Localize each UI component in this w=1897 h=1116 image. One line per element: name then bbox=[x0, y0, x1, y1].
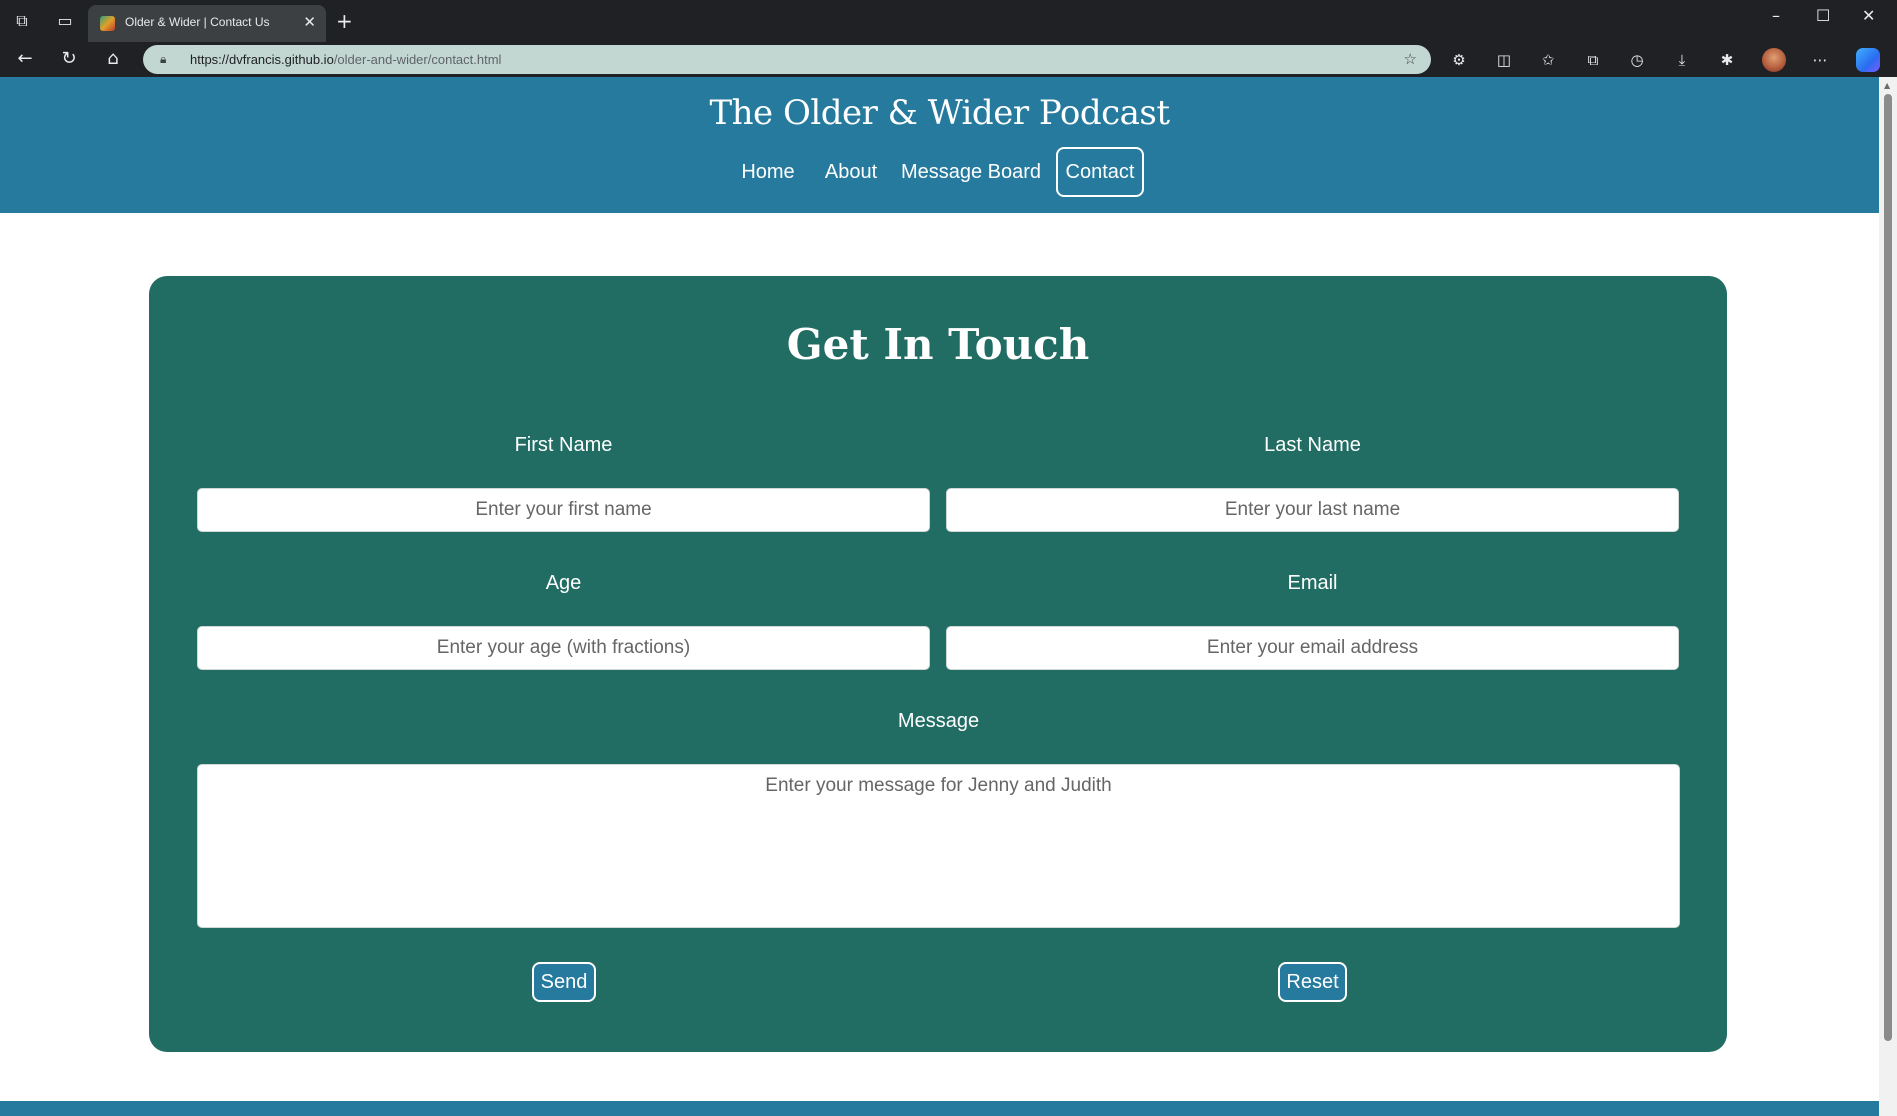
site-header: The Older & Wider Podcast Home About Mes… bbox=[0, 77, 1879, 213]
send-button[interactable]: Send bbox=[532, 962, 596, 1002]
tab-actions-icon[interactable]: ▭ bbox=[54, 10, 76, 32]
first-name-input[interactable] bbox=[197, 488, 930, 532]
browser-toolbar: ← ↻ ⌂ 🔒︎ https://dvfrancis.github.io/old… bbox=[0, 42, 1897, 77]
extensions-icon[interactable]: ⚙ bbox=[1448, 50, 1470, 70]
age-label: Age bbox=[545, 572, 582, 594]
minimize-icon[interactable]: – bbox=[1772, 6, 1780, 25]
close-window-icon[interactable]: ✕ bbox=[1862, 6, 1875, 25]
scrollbar-thumb[interactable] bbox=[1884, 94, 1892, 1041]
site-nav: Home About Message Board Contact bbox=[0, 147, 1879, 197]
tab-title: Older & Wider | Contact Us bbox=[125, 15, 270, 29]
close-icon[interactable]: ✕ bbox=[303, 13, 316, 31]
profile-avatar[interactable] bbox=[1762, 48, 1786, 72]
workspaces-icon[interactable]: ⧉ bbox=[11, 10, 33, 32]
nav-message-board-link[interactable]: Message Board bbox=[898, 147, 1044, 197]
message-textarea[interactable] bbox=[197, 764, 1680, 928]
email-input[interactable] bbox=[946, 626, 1679, 670]
page-content: The Older & Wider Podcast Home About Mes… bbox=[0, 77, 1879, 1116]
star-icon[interactable]: ☆ bbox=[1404, 50, 1417, 68]
page-scrollbar[interactable]: ▲ bbox=[1879, 77, 1897, 1116]
copilot-icon[interactable] bbox=[1856, 48, 1880, 72]
scroll-up-arrow-icon[interactable]: ▲ bbox=[1884, 81, 1890, 90]
site-favicon-icon bbox=[100, 16, 115, 31]
nav-about-link[interactable]: About bbox=[818, 147, 884, 197]
nav-home-link[interactable]: Home bbox=[732, 147, 804, 197]
more-options-icon[interactable]: ⋯ bbox=[1809, 50, 1831, 70]
contact-form-card: Get In Touch First Name Last Name Age Em… bbox=[149, 276, 1727, 1052]
refresh-icon[interactable]: ↻ bbox=[57, 47, 81, 71]
home-icon[interactable]: ⌂ bbox=[101, 47, 125, 71]
split-screen-icon[interactable]: ◫ bbox=[1493, 50, 1515, 70]
favorites-icon[interactable]: ✩ bbox=[1537, 50, 1559, 70]
browser-tab-active[interactable]: Older & Wider | Contact Us ✕ bbox=[88, 5, 326, 42]
nav-contact-link[interactable]: Contact bbox=[1056, 147, 1144, 197]
extension-puzzle-icon[interactable]: ✱ bbox=[1716, 50, 1738, 70]
last-name-input[interactable] bbox=[946, 488, 1679, 532]
message-label: Message bbox=[897, 710, 980, 732]
email-label: Email bbox=[1287, 572, 1338, 594]
back-arrow-icon[interactable]: ← bbox=[13, 47, 37, 71]
address-bar[interactable]: 🔒︎ https://dvfrancis.github.io/older-and… bbox=[143, 45, 1431, 74]
history-icon[interactable]: ◷ bbox=[1626, 50, 1648, 70]
last-name-label: Last Name bbox=[1264, 434, 1361, 456]
age-input[interactable] bbox=[197, 626, 930, 670]
site-footer bbox=[0, 1101, 1879, 1116]
lock-icon[interactable]: 🔒︎ bbox=[160, 52, 166, 67]
downloads-icon[interactable]: ⤓ bbox=[1671, 50, 1693, 70]
first-name-label: First Name bbox=[514, 434, 613, 456]
form-heading: Get In Touch bbox=[786, 320, 1090, 369]
url-text: https://dvfrancis.github.io/older-and-wi… bbox=[190, 52, 502, 67]
plus-icon[interactable]: + bbox=[336, 9, 353, 33]
site-title: The Older & Wider Podcast bbox=[709, 93, 1170, 133]
reset-button[interactable]: Reset bbox=[1278, 962, 1347, 1002]
collections-icon[interactable]: ⧉ bbox=[1582, 50, 1604, 70]
maximize-icon[interactable]: ☐ bbox=[1816, 6, 1830, 25]
browser-title-bar: ⧉ ▭ Older & Wider | Contact Us ✕ + – ☐ ✕ bbox=[0, 0, 1897, 42]
